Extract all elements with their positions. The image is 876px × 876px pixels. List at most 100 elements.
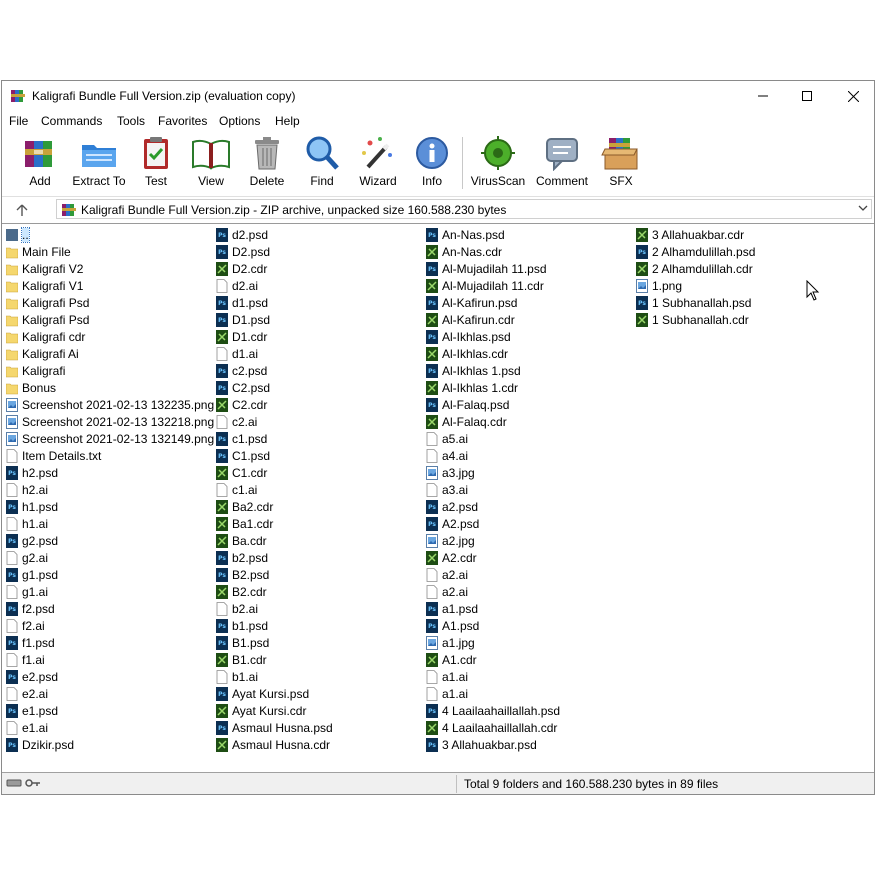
menu-options[interactable]: Options <box>219 114 260 128</box>
file-list-item[interactable]: Ps B2.psd <box>216 566 333 583</box>
file-list-item[interactable]: Main File <box>5 243 214 260</box>
file-list[interactable]: .. Main File Kaligrafi V2 Kaligrafi V1 Kalig… <box>2 223 874 772</box>
file-list-item[interactable]: f2.ai <box>6 617 214 634</box>
file-list-item[interactable]: Ps Ayat Kursi.psd <box>216 685 333 702</box>
file-list-item[interactable]: Al-Ikhlas 1.cdr <box>426 379 560 396</box>
file-list-item[interactable]: Ps e2.psd <box>6 668 214 685</box>
add-button[interactable]: Add <box>18 135 62 193</box>
test-button[interactable]: Test <box>136 135 176 193</box>
virusscan-button[interactable]: VirusScan <box>470 135 526 193</box>
file-list-item[interactable]: Ps f1.psd <box>6 634 214 651</box>
file-list-item[interactable]: d1.ai <box>216 345 333 362</box>
file-list-item[interactable]: Al-Kafirun.cdr <box>426 311 560 328</box>
file-list-item[interactable]: Ps D2.psd <box>216 243 333 260</box>
file-list-item[interactable]: Ps Al-Ikhlas.psd <box>426 328 560 345</box>
info-button[interactable]: Info <box>412 135 452 193</box>
extract-to-button[interactable]: Extract To <box>70 135 128 193</box>
file-list-item[interactable]: B2.cdr <box>216 583 333 600</box>
file-list-item[interactable]: D1.cdr <box>216 328 333 345</box>
file-list-item[interactable]: Ps g1.psd <box>6 566 214 583</box>
file-list-item[interactable]: Bonus <box>5 379 214 396</box>
menu-tools[interactable]: Tools <box>117 114 145 128</box>
file-list-item[interactable]: Ps C2.psd <box>216 379 333 396</box>
file-list-item[interactable]: Ps b2.psd <box>216 549 333 566</box>
file-list-item[interactable]: Ps 3 Allahuakbar.psd <box>426 736 560 753</box>
file-list-item[interactable]: a3.ai <box>426 481 560 498</box>
find-button[interactable]: Find <box>302 135 342 193</box>
file-list-item[interactable]: 1.png <box>636 277 755 294</box>
file-list-item[interactable]: Al-Falaq.cdr <box>426 413 560 430</box>
file-list-item[interactable]: Ps c1.psd <box>216 430 333 447</box>
file-list-item[interactable]: Ps Al-Kafirun.psd <box>426 294 560 311</box>
file-list-item[interactable]: a5.ai <box>426 430 560 447</box>
file-list-item[interactable]: Ps e1.psd <box>6 702 214 719</box>
file-list-item[interactable]: a1.ai <box>426 668 560 685</box>
file-list-item[interactable]: Kaligrafi <box>5 362 214 379</box>
file-list-item[interactable]: a2.jpg <box>426 532 560 549</box>
view-button[interactable]: View <box>188 135 234 193</box>
file-list-item[interactable]: a1.jpg <box>426 634 560 651</box>
delete-button[interactable]: Delete <box>246 135 288 193</box>
file-list-item[interactable]: Ba1.cdr <box>216 515 333 532</box>
file-list-item[interactable]: Ps 1 Subhanallah.psd <box>636 294 755 311</box>
file-list-item[interactable]: Ps Al-Mujadilah 11.psd <box>426 260 560 277</box>
minimize-button[interactable] <box>740 81 786 111</box>
file-list-item[interactable]: 3 Allahuakbar.cdr <box>636 226 755 243</box>
file-list-item[interactable]: Ps d1.psd <box>216 294 333 311</box>
file-list-item[interactable]: Ps Asmaul Husna.psd <box>216 719 333 736</box>
file-list-item[interactable]: Ba2.cdr <box>216 498 333 515</box>
file-list-item[interactable]: h1.ai <box>6 515 214 532</box>
file-list-item[interactable]: a4.ai <box>426 447 560 464</box>
file-list-item[interactable]: A1.cdr <box>426 651 560 668</box>
file-list-item[interactable]: c1.ai <box>216 481 333 498</box>
file-list-item[interactable]: Ps a1.psd <box>426 600 560 617</box>
file-list-item[interactable]: g2.ai <box>6 549 214 566</box>
file-list-item[interactable]: Ps Dzikir.psd <box>6 736 214 753</box>
file-list-item[interactable]: Ps h2.psd <box>6 464 214 481</box>
file-list-item[interactable]: Kaligrafi Ai <box>5 345 214 362</box>
file-list-item[interactable]: Asmaul Husna.cdr <box>216 736 333 753</box>
file-list-item[interactable]: C2.cdr <box>216 396 333 413</box>
maximize-button[interactable] <box>784 81 830 111</box>
wizard-button[interactable]: Wizard <box>356 135 400 193</box>
file-list-item[interactable]: Ps Al-Falaq.psd <box>426 396 560 413</box>
file-list-item[interactable]: a1.ai <box>426 685 560 702</box>
file-list-item[interactable]: Al-Ikhlas.cdr <box>426 345 560 362</box>
file-list-item[interactable]: e1.ai <box>6 719 214 736</box>
file-list-item[interactable]: Ps C1.psd <box>216 447 333 464</box>
file-list-item[interactable]: Ba.cdr <box>216 532 333 549</box>
comment-button[interactable]: Comment <box>532 135 592 193</box>
file-list-item[interactable]: Screenshot 2021-02-13 132218.png <box>6 413 214 430</box>
file-list-item[interactable]: Ps a2.psd <box>426 498 560 515</box>
file-list-item[interactable]: Ps D1.psd <box>216 311 333 328</box>
file-list-item[interactable]: Kaligrafi Psd <box>5 294 214 311</box>
path-dropdown-button[interactable] <box>857 202 869 217</box>
file-list-item[interactable]: b1.ai <box>216 668 333 685</box>
file-list-item[interactable]: Ps 2 Alhamdulillah.psd <box>636 243 755 260</box>
file-list-item[interactable]: Ayat Kursi.cdr <box>216 702 333 719</box>
file-list-item[interactable]: B1.cdr <box>216 651 333 668</box>
sfx-button[interactable]: SFX <box>600 135 642 193</box>
file-list-item[interactable]: C1.cdr <box>216 464 333 481</box>
file-list-item[interactable]: Ps 4 Laailaahaillallah.psd <box>426 702 560 719</box>
file-list-item[interactable]: Kaligrafi V1 <box>5 277 214 294</box>
up-one-level-button[interactable] <box>12 201 32 219</box>
winrar-app-icon[interactable] <box>10 88 26 104</box>
file-list-item[interactable]: Ps A1.psd <box>426 617 560 634</box>
file-list-item[interactable]: D2.cdr <box>216 260 333 277</box>
menu-file[interactable]: File <box>9 114 28 128</box>
file-list-item[interactable]: Ps b1.psd <box>216 617 333 634</box>
file-list-item[interactable]: d2.ai <box>216 277 333 294</box>
file-list-item[interactable]: Ps g2.psd <box>6 532 214 549</box>
menu-help[interactable]: Help <box>275 114 300 128</box>
close-button[interactable] <box>830 81 874 111</box>
file-list-item[interactable]: Ps A2.psd <box>426 515 560 532</box>
file-list-item[interactable]: Kaligrafi Psd <box>5 311 214 328</box>
file-list-item[interactable]: Ps Al-Ikhlas 1.psd <box>426 362 560 379</box>
title-bar[interactable]: Kaligrafi Bundle Full Version.zip (evalu… <box>2 81 874 111</box>
menu-commands[interactable]: Commands <box>41 114 102 128</box>
file-list-item[interactable]: Screenshot 2021-02-13 132149.png <box>6 430 214 447</box>
file-list-item[interactable]: Ps f2.psd <box>6 600 214 617</box>
menu-favorites[interactable]: Favorites <box>158 114 207 128</box>
file-list-item[interactable]: a2.ai <box>426 566 560 583</box>
